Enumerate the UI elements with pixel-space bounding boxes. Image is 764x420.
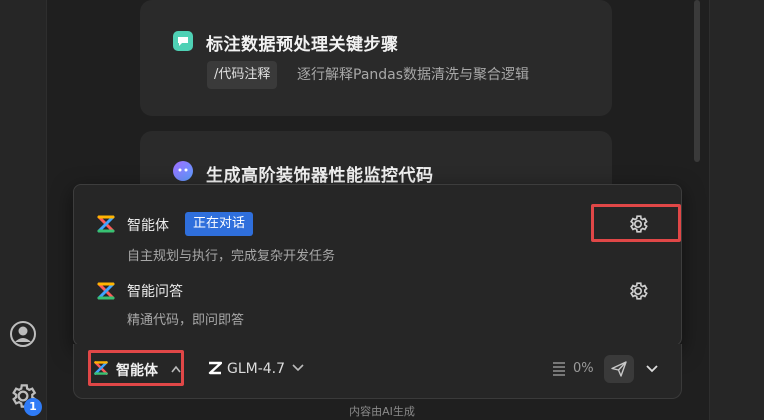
highlight-box (88, 350, 184, 386)
model-selector-label: GLM-4.7 (227, 361, 286, 377)
option-title: 智能问答 (127, 284, 183, 300)
scrollbar-thumb[interactable] (694, 0, 700, 162)
chevron-down-icon (292, 364, 304, 372)
send-button[interactable] (604, 355, 634, 383)
suggestion-title: 标注数据预处理关键步骤 (206, 35, 399, 55)
option-description: 精通代码，即问即答 (127, 313, 245, 328)
suggestion-title: 生成高阶装饰器性能监控代码 (206, 166, 434, 186)
sparkle-bubble-icon (173, 161, 193, 181)
menu-option-qa[interactable]: 智能问答 精通代码，即问即答 (74, 270, 681, 345)
command-chip[interactable]: /代码注释 (207, 61, 278, 89)
context-usage-percent: 0% (573, 361, 594, 376)
zhipu-z-logo-icon (208, 361, 222, 375)
agent-logo-icon (97, 215, 115, 233)
send-options-chevron-down-icon[interactable] (645, 364, 659, 374)
right-panel-edge (709, 0, 764, 420)
highlight-box (591, 204, 681, 242)
qa-settings-gear-icon[interactable] (627, 280, 649, 302)
mode-dropdown-menu: 智能体 正在对话 自主规划与执行，完成复杂开发任务 智能问答 精通代码，即问即答 (73, 184, 682, 346)
ai-generated-note: 内容由AI生成 (349, 405, 415, 418)
user-avatar-icon[interactable] (9, 320, 37, 348)
suggestion-description: 逐行解释Pandas数据清洗与聚合逻辑 (297, 67, 530, 83)
menu-option-agent[interactable]: 智能体 正在对话 自主规划与执行，完成复杂开发任务 (74, 185, 681, 270)
option-title: 智能体 (127, 218, 169, 234)
option-description: 自主规划与执行，完成复杂开发任务 (127, 249, 336, 264)
active-status-badge: 正在对话 (185, 212, 254, 236)
qa-logo-icon (97, 282, 115, 300)
suggestion-card-1[interactable]: 标注数据预处理关键步骤 /代码注释 逐行解释Pandas数据清洗与聚合逻辑 (140, 0, 612, 116)
left-rail (0, 0, 47, 420)
context-meter-icon (553, 362, 565, 376)
chat-bubble-icon (173, 31, 193, 51)
paper-plane-icon (611, 361, 627, 377)
